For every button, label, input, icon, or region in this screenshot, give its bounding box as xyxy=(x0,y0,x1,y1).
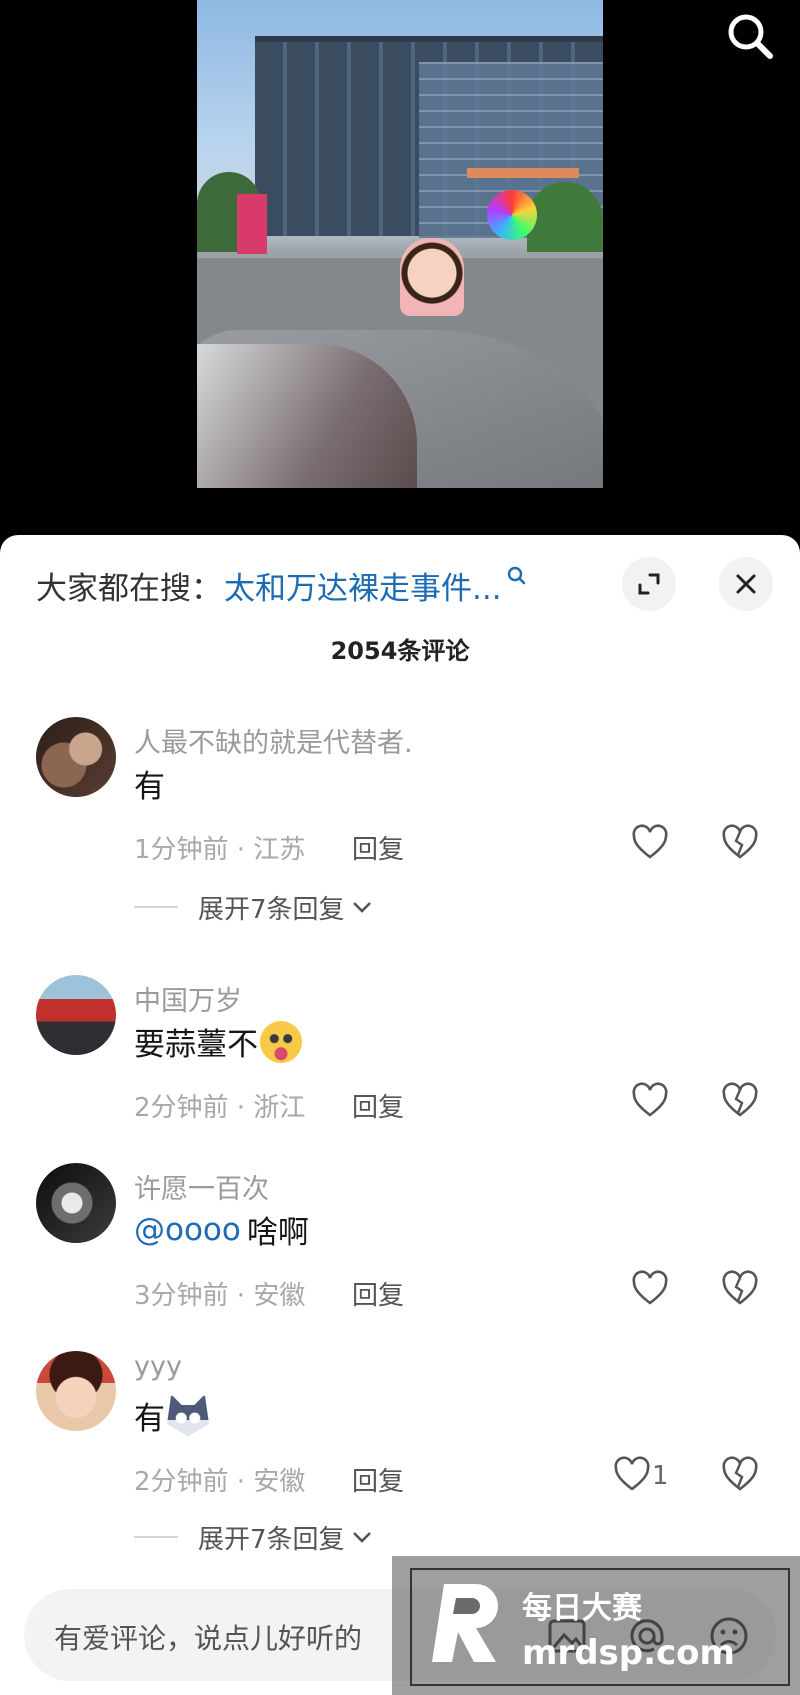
reply-button[interactable]: 回复 xyxy=(352,829,404,866)
broken-heart-icon xyxy=(722,824,758,859)
chevron-down-icon xyxy=(352,1532,371,1543)
search-icon xyxy=(728,14,773,59)
watermark-en-text: mrdsp.com xyxy=(522,1633,735,1673)
video-trees-right xyxy=(527,182,603,252)
comment-username[interactable]: 人最不缺的就是代替者. xyxy=(134,721,413,760)
video-canopy xyxy=(467,168,579,178)
avatar[interactable] xyxy=(36,1163,116,1243)
comment-text-body: 有 xyxy=(134,769,165,805)
dizzy-face-emoji-icon xyxy=(260,1020,302,1063)
comment-username[interactable]: 许愿一百次 xyxy=(134,1167,269,1206)
like-button[interactable] xyxy=(612,1455,652,1495)
search-button[interactable] xyxy=(720,8,780,68)
video-frame[interactable] xyxy=(197,0,603,488)
comment-username[interactable]: yyy xyxy=(134,1351,182,1382)
heart-icon xyxy=(614,1456,650,1491)
broken-heart-icon xyxy=(722,1456,758,1491)
like-count: 1 xyxy=(652,1461,669,1491)
expand-divider xyxy=(134,1536,178,1538)
watermark: 每日大赛 mrdsp.com xyxy=(392,1556,800,1695)
wolf-emoji-icon xyxy=(167,1394,209,1437)
video-player[interactable] xyxy=(0,0,800,535)
search-small-icon xyxy=(507,566,525,585)
comment-text-body: 啥啊 xyxy=(246,1215,309,1251)
expand-replies-button[interactable]: 展开7条回复 xyxy=(134,889,373,925)
comment-text: 有 xyxy=(134,1393,209,1438)
comment-text: @oooo 啥啊 xyxy=(134,1207,309,1252)
watermark-cn: 每日大赛 xyxy=(522,1591,643,1626)
video-rainbow-sculpture xyxy=(487,190,537,240)
reply-button[interactable]: 回复 xyxy=(352,1087,404,1124)
dislike-button[interactable] xyxy=(720,1269,760,1309)
comment-text-body: 要蒜薹不 xyxy=(134,1027,258,1063)
avatar[interactable] xyxy=(36,717,116,797)
broken-heart-icon xyxy=(722,1082,758,1117)
comment-meta: 3分钟前 · 安徽 xyxy=(134,1281,306,1311)
broken-heart-icon xyxy=(722,1270,758,1305)
heart-icon xyxy=(632,824,668,859)
close-button[interactable] xyxy=(719,557,773,611)
comment-sheet: 大家都在搜： 太和万达裸走事件... 2054条评论 人最不缺的就是代替者. 有… xyxy=(0,535,800,1695)
watermark-logo-icon xyxy=(432,1584,498,1662)
avatar[interactable] xyxy=(36,1351,116,1431)
expand-replies-button[interactable]: 展开7条回复 xyxy=(134,1519,373,1555)
heart-icon xyxy=(632,1270,668,1305)
video-pink-sign xyxy=(237,194,267,254)
dislike-button[interactable] xyxy=(720,823,760,863)
expand-replies-label: 展开7条回复 xyxy=(198,1524,345,1555)
expand-replies-label: 展开7条回复 xyxy=(198,894,345,925)
comment-input[interactable]: 有爱评论，说点儿好听的 xyxy=(54,1617,362,1657)
comment-meta: 2分钟前 · 安徽 xyxy=(134,1467,306,1497)
comment-text: 要蒜薹不 xyxy=(134,1019,302,1064)
chevron-down-icon xyxy=(352,902,371,913)
mention-link[interactable]: @oooo xyxy=(134,1212,241,1248)
like-button[interactable] xyxy=(630,823,670,863)
hot-search-bar: 大家都在搜： 太和万达裸走事件... xyxy=(36,563,528,607)
watermark-en: mrdsp.com xyxy=(522,1633,735,1673)
watermark-cn-text: 每日大赛 xyxy=(522,1591,643,1626)
hot-search-prefix: 大家都在搜： xyxy=(36,570,222,607)
comment-meta: 2分钟前 · 浙江 xyxy=(134,1093,306,1123)
reply-button[interactable]: 回复 xyxy=(352,1461,404,1498)
video-baby-sticker xyxy=(400,238,464,316)
like-button[interactable] xyxy=(630,1269,670,1309)
comment-text-body: 有 xyxy=(134,1401,165,1437)
comment-username[interactable]: 中国万岁 xyxy=(134,979,242,1018)
like-button[interactable] xyxy=(630,1081,670,1121)
expand-divider xyxy=(134,906,178,908)
comment-count-title: 2054条评论 xyxy=(330,637,470,665)
reply-button[interactable]: 回复 xyxy=(352,1275,404,1312)
hot-search-link[interactable]: 太和万达裸走事件... xyxy=(224,563,502,608)
dislike-button[interactable] xyxy=(720,1455,760,1495)
comment-meta: 1分钟前 · 江苏 xyxy=(134,835,306,865)
expand-icon xyxy=(638,573,660,595)
heart-icon xyxy=(632,1082,668,1117)
close-icon xyxy=(736,574,756,594)
fullscreen-button[interactable] xyxy=(622,557,676,611)
avatar[interactable] xyxy=(36,975,116,1055)
comment-text: 有 xyxy=(134,761,165,806)
dislike-button[interactable] xyxy=(720,1081,760,1121)
